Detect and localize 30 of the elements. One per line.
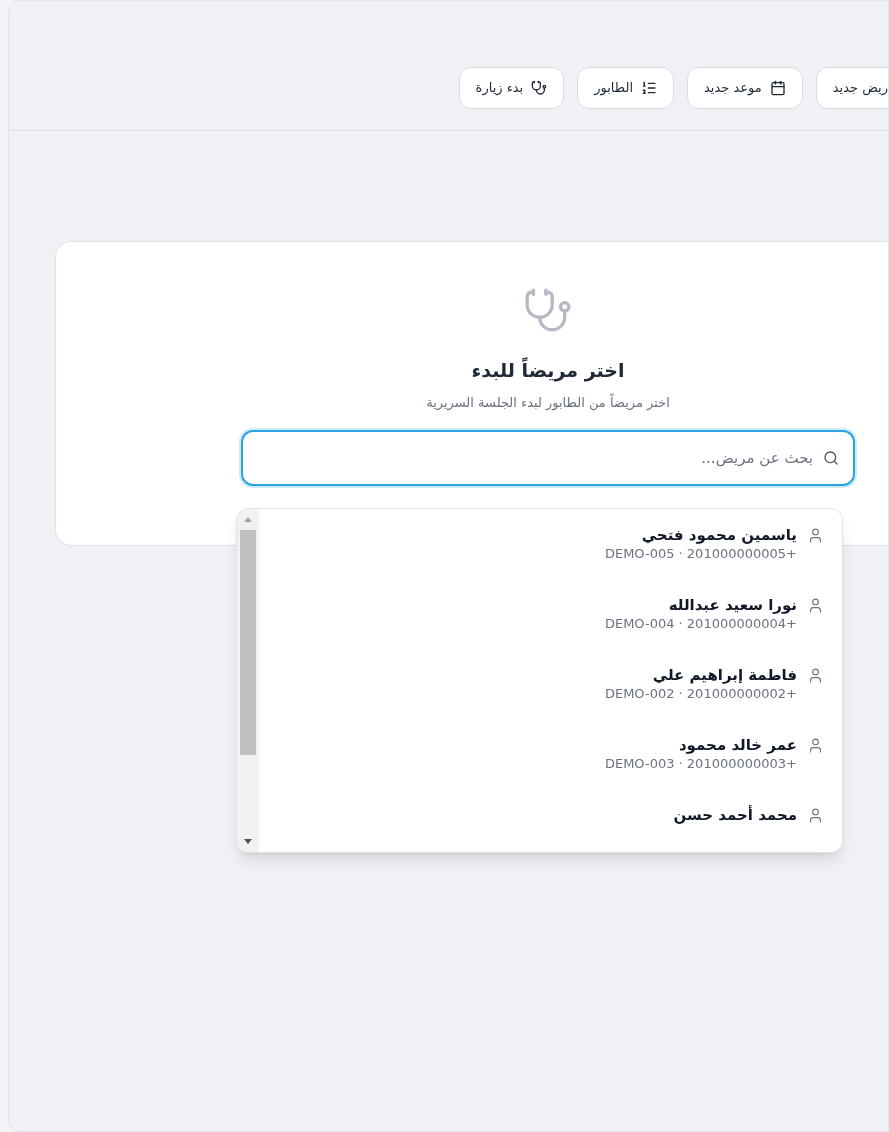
user-icon <box>807 807 824 824</box>
stethoscope-icon <box>531 80 548 96</box>
patient-details: DEMO-005 · 201000000005+ <box>604 545 797 563</box>
empty-state-subtitle: اختر مريضاً من الطابور لبدء الجلسة السريرية <box>426 392 670 412</box>
patient-details: DEMO-004 · 201000000004+ <box>604 615 797 633</box>
scroll-down-icon <box>244 839 252 844</box>
toolbar-button[interactable]: الطابور <box>577 67 675 109</box>
user-icon <box>807 737 824 754</box>
patient-details: DEMO-003 · 201000000003+ <box>604 755 797 773</box>
patient-name: نورا سعيد عبدالله <box>667 595 797 615</box>
scrollbar[interactable] <box>237 509 259 852</box>
user-icon <box>807 527 824 544</box>
patient-details: DEMO-002 · 201000000002+ <box>604 685 797 703</box>
search-field[interactable]: بحث عن مريض... <box>241 430 855 486</box>
scrollbar-thumb[interactable] <box>240 530 256 755</box>
user-icon <box>807 597 824 614</box>
patient-name: محمد أحمد حسن <box>673 805 797 825</box>
patient-name: ياسمين محمود فتحي <box>640 525 797 545</box>
patient-name: عمر خالد محمود <box>677 735 797 755</box>
calendar-icon <box>769 80 786 96</box>
scroll-up-icon <box>244 517 252 522</box>
toolbar-button[interactable]: ريض جديد <box>815 67 888 109</box>
user-icon <box>807 667 824 684</box>
toolbar-button[interactable]: موعد جديد <box>687 67 803 109</box>
toolbar-button[interactable]: بدء زيارة <box>458 67 565 109</box>
patient-name: فاطمة إبراهيم علي <box>651 665 797 685</box>
list-icon <box>641 80 658 96</box>
search-icon <box>823 450 839 466</box>
empty-state-title: اختر مريضاً للبدء <box>471 356 625 384</box>
patient-option[interactable]: محمد أحمد حسن <box>259 805 824 825</box>
